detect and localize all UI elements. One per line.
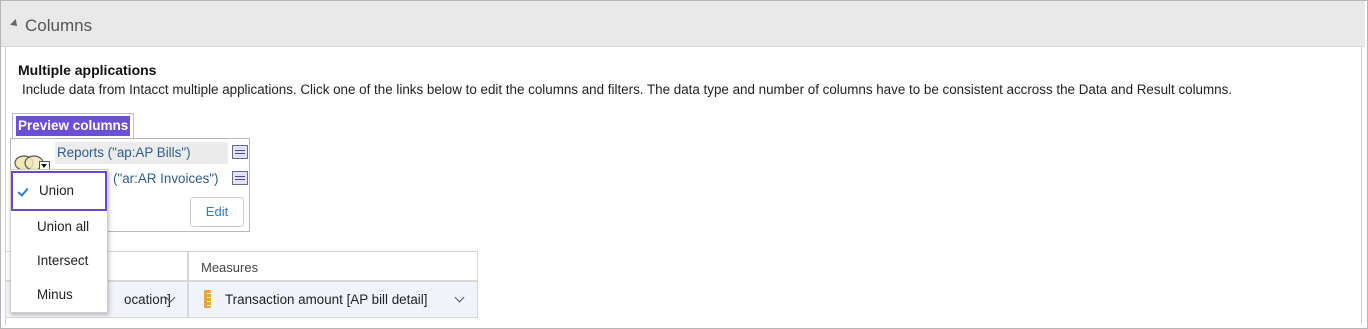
- section-title: Columns: [25, 16, 93, 35]
- preview-columns-label: Preview columns: [16, 116, 131, 136]
- preview-columns-button[interactable]: Preview columns: [12, 113, 135, 139]
- checkmark-icon: [17, 185, 29, 197]
- ruler-icon: [204, 290, 211, 308]
- edit-button[interactable]: Edit: [190, 197, 244, 227]
- collapse-triangle-icon[interactable]: [10, 19, 20, 29]
- measure-select[interactable]: Transaction amount [AP bill detail]: [188, 281, 478, 318]
- measure-select-value: Transaction amount [AP bill detail]: [225, 292, 428, 307]
- set-operation-menu: Union Union all Intersect Minus: [10, 169, 108, 313]
- grid-header-measures: Measures: [188, 251, 478, 281]
- menu-item-union-all[interactable]: Union all: [11, 210, 107, 244]
- multiple-applications-heading: Multiple applications: [18, 62, 157, 78]
- menu-item-intersect[interactable]: Intersect: [11, 244, 107, 278]
- edit-columns-icon[interactable]: [232, 145, 248, 159]
- measures-header-label: Measures: [201, 260, 259, 275]
- menu-item-label: Union all: [37, 219, 90, 234]
- menu-item-label: Union: [39, 183, 74, 198]
- application-link-ap-bills[interactable]: Reports ("ap:AP Bills"): [55, 142, 228, 164]
- dimension-select-value: ocation]: [124, 292, 171, 307]
- menu-item-label: Minus: [37, 287, 73, 302]
- menu-item-union[interactable]: Union: [11, 171, 107, 211]
- edit-columns-icon[interactable]: [232, 171, 248, 185]
- menu-item-minus[interactable]: Minus: [11, 278, 107, 312]
- chevron-down-icon[interactable]: [454, 292, 465, 303]
- menu-item-label: Intersect: [37, 253, 89, 268]
- multiple-applications-description: Include data from Intacct multiple appli…: [22, 82, 1233, 97]
- section-header[interactable]: Columns: [1, 1, 1365, 47]
